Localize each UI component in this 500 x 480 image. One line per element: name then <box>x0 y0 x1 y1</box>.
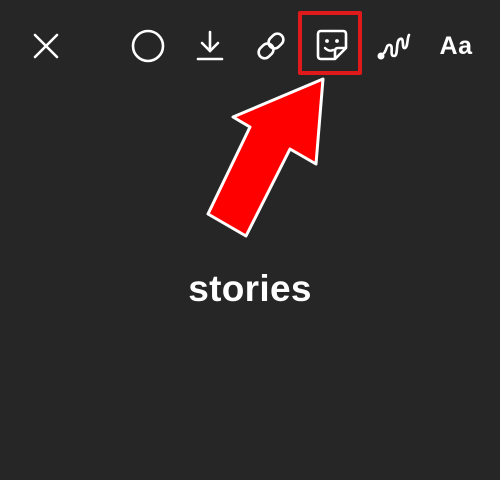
story-caption: stories <box>188 268 312 309</box>
link-icon <box>257 32 285 60</box>
text-tool-button[interactable]: Aa <box>428 24 484 68</box>
circle-icon <box>131 29 165 63</box>
draw-button[interactable] <box>372 24 416 68</box>
close-icon <box>33 33 59 59</box>
sticker-icon <box>316 29 348 61</box>
download-button[interactable] <box>188 24 232 68</box>
close-button[interactable] <box>25 25 67 67</box>
story-editor-screen: Aa stories <box>0 0 500 480</box>
effects-button[interactable] <box>126 24 170 68</box>
link-button[interactable] <box>249 24 293 68</box>
draw-squiggle-icon <box>377 33 411 60</box>
sticker-button[interactable] <box>307 20 357 70</box>
red-arrow-icon <box>206 77 325 238</box>
text-tool-label: Aa <box>439 31 473 60</box>
download-icon <box>196 30 224 61</box>
